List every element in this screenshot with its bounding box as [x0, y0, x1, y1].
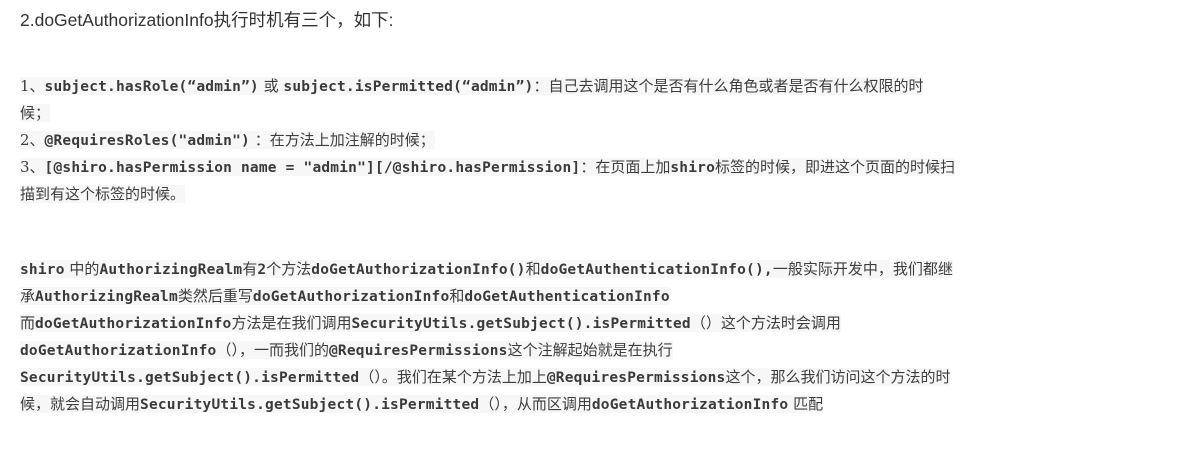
- inline-code: AuthorizingRealm: [99, 262, 243, 278]
- inline-code: doGetAuthorizationInfo: [252, 289, 450, 305]
- paragraph-line: doGetAuthorizationInfo（），一而我们的@RequiresP…: [20, 337, 1170, 364]
- paragraph-text: 而: [20, 314, 36, 332]
- paragraph-line: 而doGetAuthorizationInfo方法是在我们调用SecurityU…: [20, 310, 1170, 337]
- paragraph-text: 这个，那么我们访问这个方法的时: [725, 368, 951, 386]
- inline-code: subject.isPermitted(“admin”): [283, 79, 534, 95]
- list-text: ：自己去调用这个是否有什么角色或者是否有什么权限的时: [533, 77, 924, 95]
- list-item-1: 1、subject.hasRole(“admin”) 或 subject.isP…: [20, 73, 1170, 100]
- paragraph-text: 和: [449, 287, 465, 305]
- paragraph-text: （）这个方法时会调用: [690, 314, 841, 332]
- inline-code: SecurityUtils.getSubject().isPermitted: [20, 370, 360, 386]
- list-text: 标签的时候，即进这个页面的时候扫: [715, 158, 956, 176]
- inline-code: @RequiresPermissions: [328, 343, 508, 359]
- paragraph-line: 承AuthorizingRealm类然后重写doGetAuthorization…: [20, 283, 1170, 310]
- list-text: 或: [258, 77, 284, 95]
- list-text: ：在方法上加注解的时候；: [249, 131, 435, 149]
- paragraph-text: 一般实际开发中，我们都继: [772, 260, 953, 278]
- paragraph-text: （），从而区调用: [479, 395, 592, 413]
- inline-code: doGetAuthorizationInfo: [35, 316, 232, 332]
- inline-code: @RequiresPermissions: [546, 370, 726, 386]
- inline-code: 2: [257, 262, 267, 278]
- inline-code: SecurityUtils.getSubject().isPermitted: [140, 397, 480, 413]
- list-text: 候；: [20, 104, 51, 122]
- paragraph-line: SecurityUtils.getSubject().isPermitted（）…: [20, 364, 1170, 391]
- paragraph-text: （）。我们在某个方法上加上: [359, 368, 547, 386]
- inline-code: SecurityUtils.getSubject().isPermitted: [351, 316, 691, 332]
- explanation-paragraph: shiro 中的AuthorizingRealm有2个方法doGetAuthor…: [20, 256, 1170, 418]
- inline-code: subject.hasRole(“admin”): [44, 79, 259, 95]
- inline-code: [@shiro.hasPermission name = "admin"][/@…: [44, 160, 581, 176]
- list-prefix: 1、: [20, 77, 45, 95]
- list-item-3-continued: 描到有这个标签的时候。: [20, 181, 1170, 208]
- list-item-2: 2、@RequiresRoles("admin") ：在方法上加注解的时候；: [20, 127, 1170, 154]
- paragraph-text: （），一而我们的: [216, 341, 329, 359]
- paragraph-line: shiro 中的AuthorizingRealm有2个方法doGetAuthor…: [20, 256, 1170, 283]
- inline-code: doGetAuthenticationInfo(),: [540, 262, 773, 278]
- inline-code: shiro: [20, 262, 65, 278]
- paragraph-text: 有: [242, 260, 258, 278]
- section-heading: 2.doGetAuthorizationInfo执行时机有三个，如下:: [20, 10, 394, 30]
- trigger-list: 1、subject.hasRole(“admin”) 或 subject.isP…: [20, 73, 1170, 208]
- paragraph-text: 和: [525, 260, 541, 278]
- inline-code: doGetAuthorizationInfo(): [311, 262, 526, 278]
- inline-code: doGetAuthorizationInfo: [591, 397, 789, 413]
- paragraph-text: 中的: [64, 260, 100, 278]
- inline-code: doGetAuthenticationInfo: [464, 289, 670, 305]
- inline-code: shiro: [670, 160, 716, 176]
- paragraph-text: 承: [20, 287, 36, 305]
- inline-code: AuthorizingRealm: [35, 289, 178, 305]
- paragraph-text: 方法是在我们调用: [231, 314, 352, 332]
- paragraph-text: 个方法: [266, 260, 312, 278]
- list-prefix: 2、: [20, 131, 45, 149]
- list-item-3: 3、[@shiro.hasPermission name = "admin"][…: [20, 154, 1170, 181]
- list-prefix: 3、: [20, 158, 45, 176]
- paragraph-text: 类然后重写: [177, 287, 253, 305]
- paragraph-text: 匹配: [788, 395, 824, 413]
- inline-code: @RequiresRoles("admin"): [44, 133, 250, 149]
- paragraph-text: 这个注解起始就是在执行: [507, 341, 673, 359]
- paragraph-text: 候，就会自动调用: [20, 395, 141, 413]
- list-item-1-continued: 候；: [20, 100, 1170, 127]
- paragraph-line: 候，就会自动调用SecurityUtils.getSubject().isPer…: [20, 391, 1170, 418]
- list-text: ：在页面上加: [580, 158, 671, 176]
- list-text: 描到有这个标签的时候。: [20, 185, 186, 203]
- inline-code: doGetAuthorizationInfo: [20, 343, 217, 359]
